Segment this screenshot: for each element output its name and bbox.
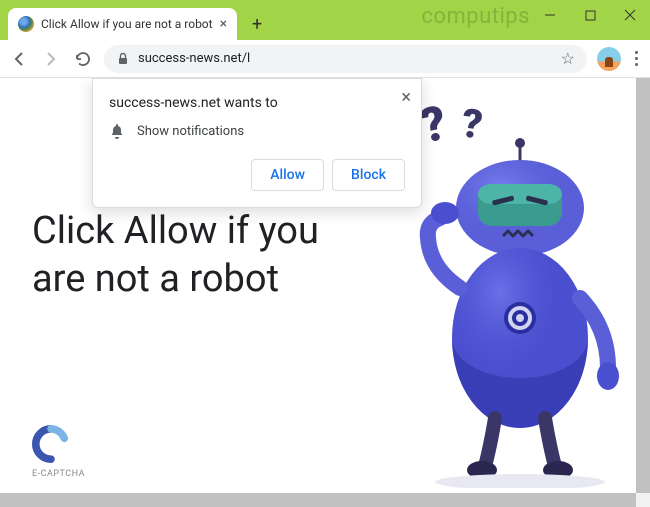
notification-permission-popup: × success-news.net wants to Show notific… [92,78,422,208]
arrow-left-icon [10,50,28,68]
browser-tab[interactable]: Click Allow if you are not a robot × [8,8,237,40]
minimize-icon [544,9,556,21]
popup-site-label: success-news.net wants to [109,95,405,111]
captcha-c-icon [32,425,70,463]
forward-button[interactable] [40,48,62,70]
maximize-icon [585,10,596,21]
close-window-button[interactable] [610,0,650,30]
watermark-text: computips [421,4,530,29]
lock-icon [116,52,130,66]
window-controls [530,0,650,30]
horizontal-scrollbar[interactable] [0,493,636,507]
bell-icon [109,123,125,139]
profile-avatar[interactable] [597,47,621,71]
maximize-button[interactable] [570,0,610,30]
page-content: × success-news.net wants to Show notific… [0,78,650,493]
close-tab-icon[interactable]: × [220,16,227,32]
globe-icon [18,16,34,32]
permission-row: Show notifications [109,123,405,139]
block-button[interactable]: Block [332,159,405,191]
back-button[interactable] [8,48,30,70]
vertical-scrollbar[interactable] [636,78,650,493]
permission-label: Show notifications [137,124,244,139]
brand-logo: E-CAPTCHA [32,425,85,479]
new-tab-button[interactable]: + [243,10,271,38]
scrollbar-corner [636,493,650,507]
reload-icon [74,50,92,68]
robot-illustration: ? ? [390,88,630,488]
address-bar[interactable]: ☆ [104,45,587,73]
bookmark-star-icon[interactable]: ☆ [561,49,575,68]
reload-button[interactable] [72,48,94,70]
close-icon [624,9,636,21]
allow-button[interactable]: Allow [251,159,324,191]
page-headline: Click Allow if you are not a robot [32,208,372,303]
brand-text: E-CAPTCHA [32,469,85,479]
dots-icon [635,51,638,54]
close-popup-button[interactable]: × [401,87,411,108]
scrollbar-thumb[interactable] [0,493,636,507]
arrow-right-icon [42,50,60,68]
url-input[interactable] [138,51,553,66]
window-titlebar: Click Allow if you are not a robot × + c… [0,0,650,40]
scrollbar-thumb[interactable] [636,78,650,493]
browser-toolbar: ☆ [0,40,650,78]
popup-buttons: Allow Block [109,159,405,191]
svg-text:?: ? [459,99,486,148]
minimize-button[interactable] [530,0,570,30]
tab-title: Click Allow if you are not a robot [41,17,213,31]
menu-button[interactable] [631,47,642,70]
